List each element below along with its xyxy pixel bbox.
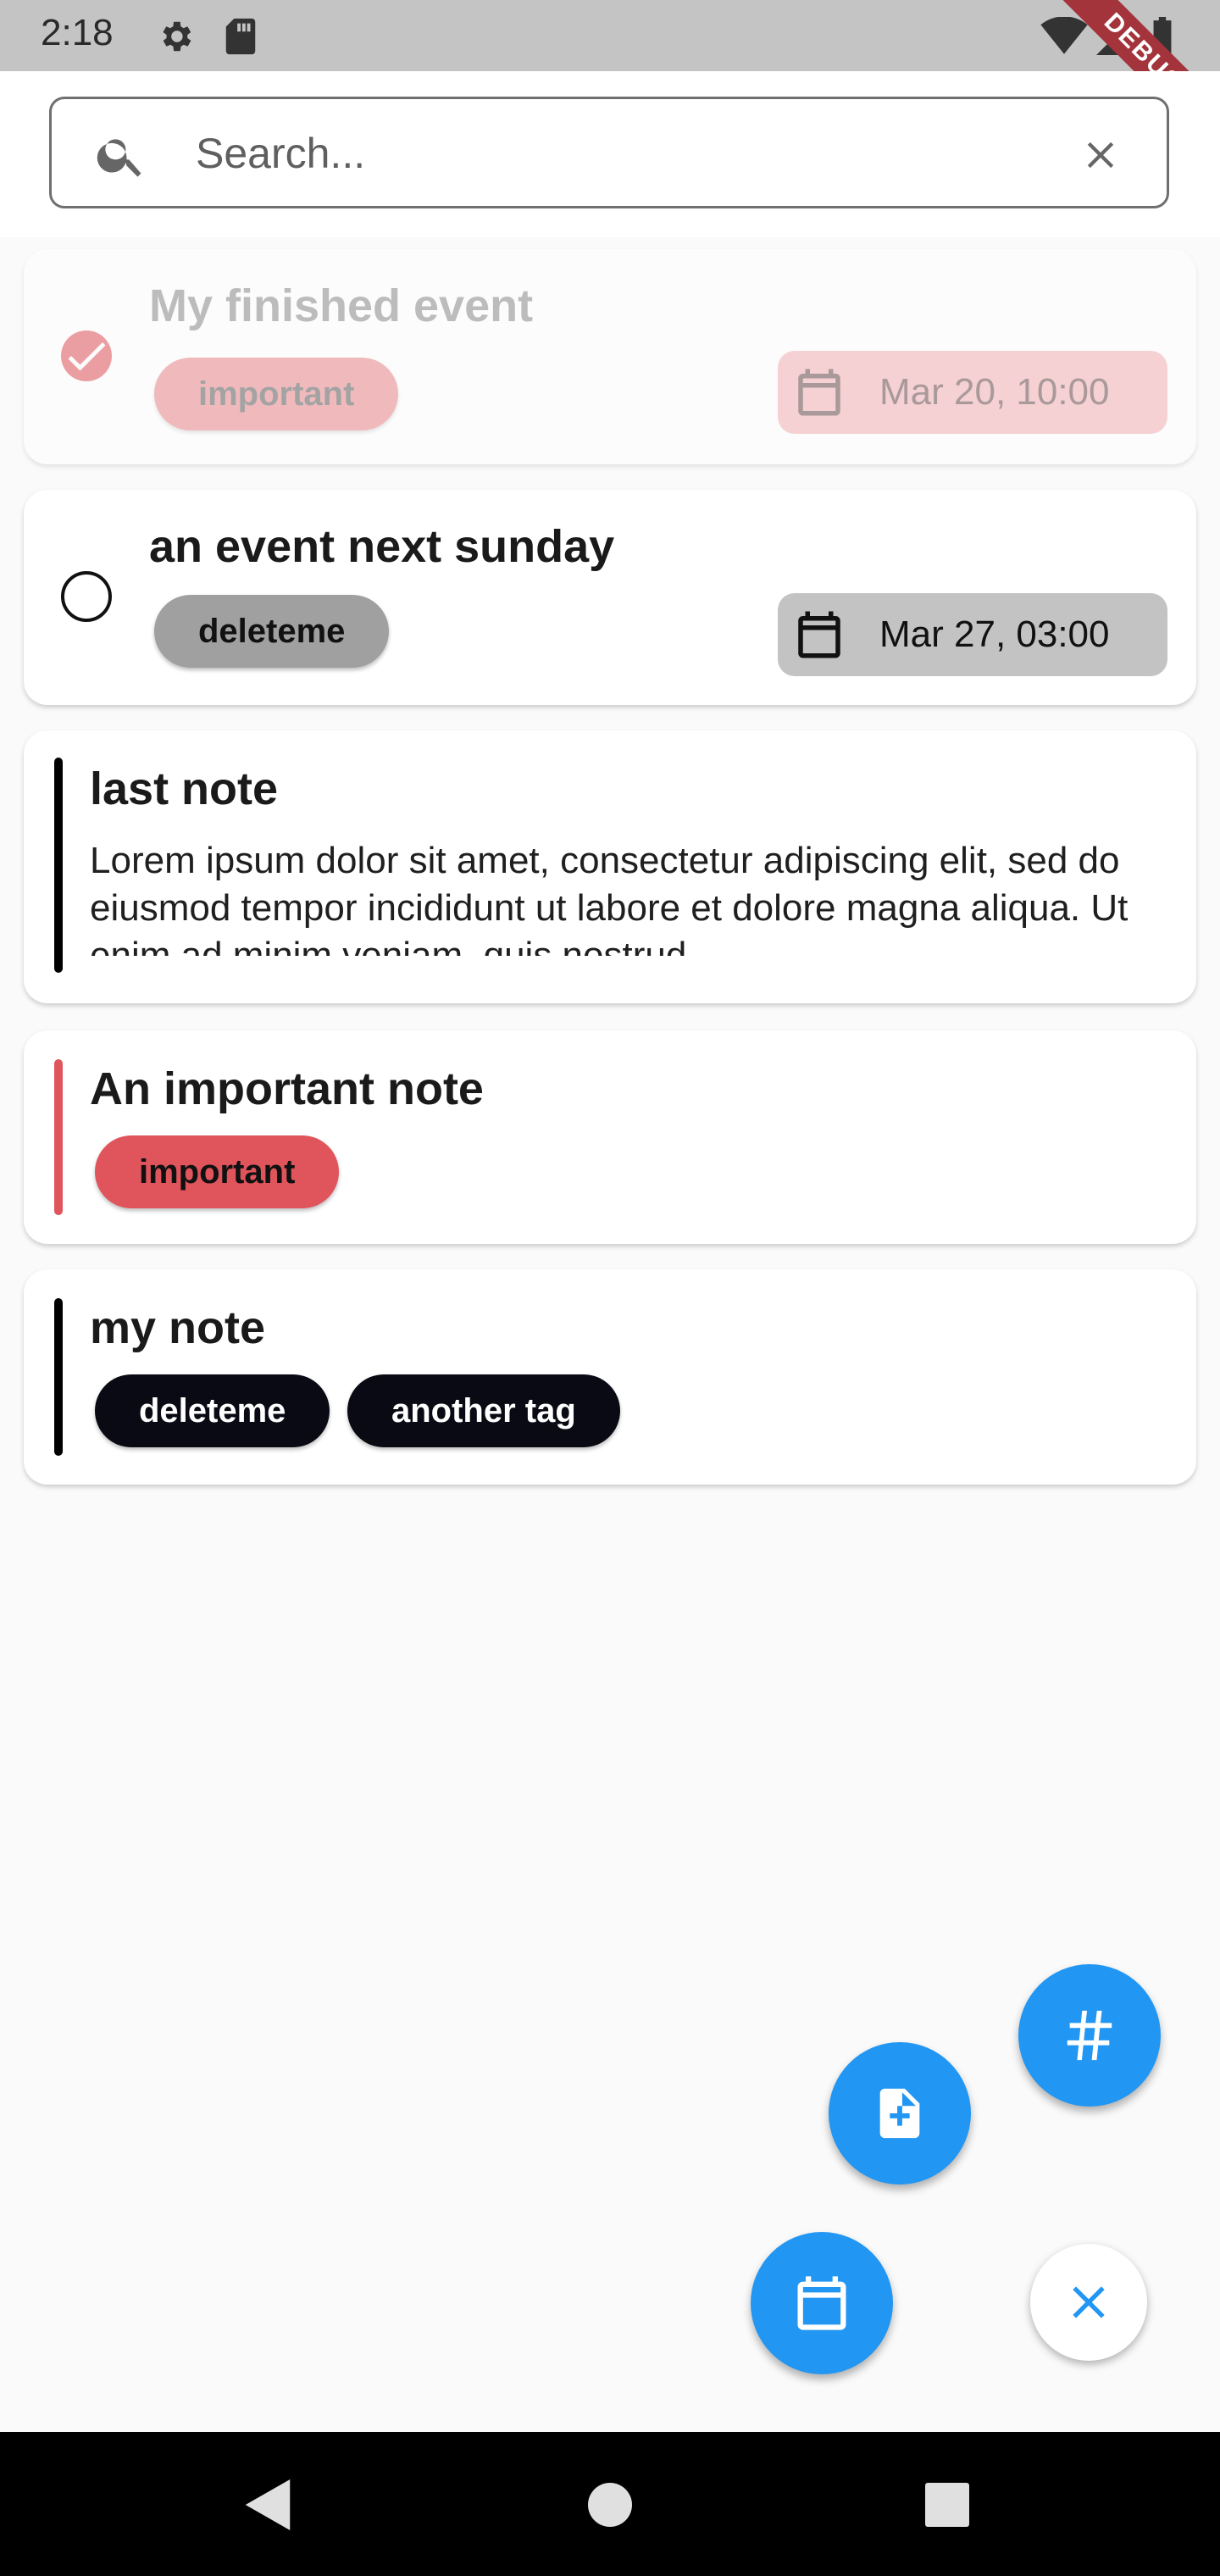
add-note-button[interactable] [829, 2042, 971, 2185]
back-triangle-icon[interactable] [244, 2479, 291, 2534]
event-title: My finished event [149, 280, 534, 331]
note-add-icon [879, 2088, 920, 2139]
calendar-icon [798, 611, 840, 658]
wifi-icon [1040, 16, 1088, 60]
completed-checkbox[interactable] [61, 330, 112, 381]
clear-search-icon[interactable] [1079, 133, 1123, 181]
tag-chip[interactable]: another tag [347, 1374, 620, 1447]
calendar-icon [798, 369, 840, 416]
search-icon [94, 128, 148, 186]
recents-square-icon[interactable] [925, 2483, 969, 2531]
event-card[interactable]: an event next sunday deleteme Mar 27, 03… [24, 490, 1196, 705]
tag-chip[interactable]: deleteme [154, 595, 390, 668]
event-date-box[interactable]: Mar 27, 03:00 [778, 593, 1167, 676]
add-tag-button[interactable] [1018, 1964, 1161, 2107]
tag-chip[interactable]: important [154, 358, 399, 430]
tag-chip[interactable]: deleteme [95, 1374, 330, 1447]
hashtag-icon [1067, 2010, 1112, 2061]
note-title: my note [90, 1302, 266, 1353]
status-bar: 2:18 DEBUG [0, 0, 1220, 158]
calendar-icon [797, 2276, 846, 2330]
close-fab-menu-button[interactable] [1030, 2244, 1147, 2361]
event-date: Mar 27, 03:00 [879, 613, 1110, 655]
tag-chip[interactable]: important [95, 1135, 340, 1208]
note-card[interactable]: my note deleteme another tag [24, 1269, 1196, 1485]
note-card[interactable]: last note Lorem ipsum dolor sit amet, co… [24, 730, 1196, 1003]
event-date-box[interactable]: Mar 20, 10:00 [778, 351, 1167, 434]
note-title: last note [90, 763, 279, 814]
event-card[interactable]: My finished event important Mar 20, 10:0… [24, 249, 1196, 464]
note-body: Lorem ipsum dolor sit amet, consectetur … [90, 840, 1128, 956]
event-checkbox[interactable] [61, 571, 112, 622]
close-icon [1073, 2286, 1105, 2318]
note-accent-bar [54, 1298, 63, 1456]
home-circle-icon[interactable] [588, 2483, 632, 2531]
gear-icon [156, 17, 195, 60]
navigation-bar [0, 2432, 1220, 2576]
note-card[interactable]: An important note important [24, 1030, 1196, 1244]
add-event-button[interactable] [751, 2232, 893, 2374]
check-icon [68, 342, 106, 371]
note-title: An important note [90, 1063, 484, 1114]
status-time: 2:18 [41, 12, 114, 53]
note-accent-bar [54, 1059, 63, 1215]
search-bar[interactable] [49, 97, 1169, 208]
note-accent-bar [54, 758, 63, 973]
app-bar [0, 71, 1220, 237]
event-title: an event next sunday [149, 521, 615, 572]
search-input[interactable] [194, 119, 1079, 187]
sd-card-icon [224, 17, 258, 60]
event-date: Mar 20, 10:00 [879, 371, 1110, 413]
